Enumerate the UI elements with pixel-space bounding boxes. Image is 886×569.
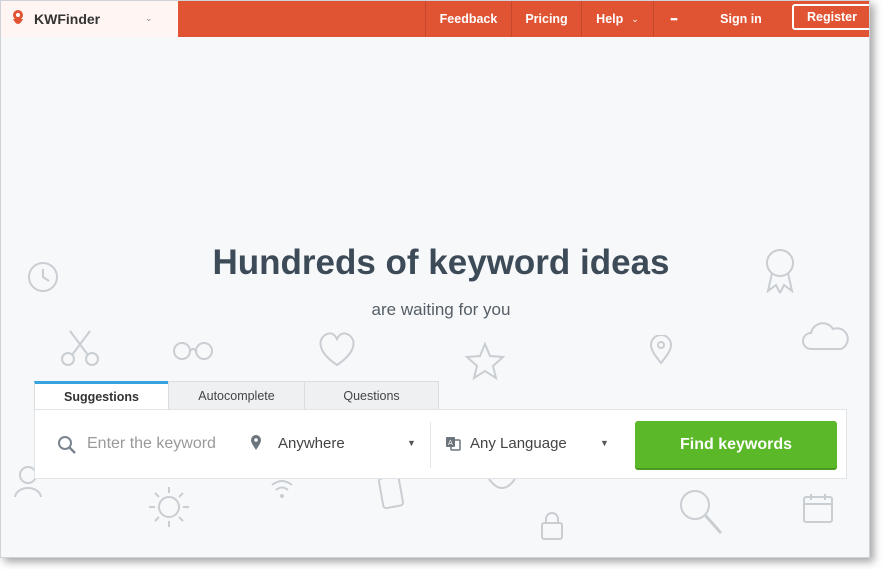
pin-doodle-icon <box>649 335 673 365</box>
chevron-down-icon: ⌄ <box>631 13 639 24</box>
nav-help-label: Help <box>596 12 624 26</box>
wifi-icon <box>271 480 293 498</box>
nav-signin-label: Sign in <box>720 12 762 26</box>
heart-icon <box>319 332 355 367</box>
register-button[interactable]: Register <box>792 4 869 30</box>
location-select[interactable]: Anywhere ▼ <box>250 425 420 461</box>
find-keywords-button[interactable]: Find keywords <box>635 421 837 468</box>
cloud-icon <box>802 322 849 350</box>
lock-icon <box>541 512 563 540</box>
tab-autocomplete[interactable]: Autocomplete <box>168 381 305 410</box>
phone-icon <box>378 475 404 510</box>
nav-pricing[interactable]: Pricing <box>511 1 581 37</box>
scissors-icon <box>61 330 99 366</box>
browser-viewport: KWFinder ⌄ Feedback Pricing Help ⌄ ••• S… <box>0 0 870 558</box>
app-switcher[interactable]: KWFinder ⌄ <box>1 1 178 37</box>
magnifier-doodle-icon <box>680 490 723 534</box>
dropdown-arrow-icon: ▼ <box>600 438 609 448</box>
top-navigation-bar: KWFinder ⌄ Feedback Pricing Help ⌄ ••• S… <box>1 1 869 37</box>
language-select[interactable]: A Any Language ▼ <box>445 425 615 461</box>
map-pin-icon <box>251 435 261 450</box>
chevron-down-icon: ⌄ <box>145 13 153 23</box>
tab-suggestions[interactable]: Suggestions <box>34 381 169 410</box>
cog-doodle-icon <box>488 478 516 489</box>
svg-text:A: A <box>448 439 453 447</box>
language-icon: A <box>446 437 461 451</box>
calendar-icon <box>803 494 833 523</box>
language-value: Any Language <box>470 434 567 452</box>
hero-subtitle: are waiting for you <box>371 300 511 319</box>
star-icon <box>464 341 506 381</box>
dropdown-arrow-icon: ▼ <box>407 438 416 448</box>
app-name: KWFinder <box>34 11 101 27</box>
tab-questions[interactable]: Questions <box>304 381 439 410</box>
sun-icon <box>149 487 189 527</box>
nav-help[interactable]: Help ⌄ <box>581 1 653 37</box>
kwfinder-logo-icon <box>13 10 23 24</box>
glasses-icon <box>173 342 213 360</box>
more-icon: ••• <box>670 14 678 24</box>
field-divider <box>430 422 431 468</box>
search-icon <box>58 436 76 454</box>
nav-pricing-label: Pricing <box>525 12 568 26</box>
nav-feedback-label: Feedback <box>439 12 498 26</box>
keyword-search-panel: Anywhere ▼ A Any Language ▼ Find keyword… <box>34 409 847 479</box>
location-value: Anywhere <box>278 434 345 452</box>
hero-title: Hundreds of keyword ideas <box>212 243 670 282</box>
nav-signin[interactable]: Sign in <box>693 1 789 37</box>
keyword-input[interactable] <box>85 425 269 463</box>
nav-more[interactable]: ••• <box>653 1 693 37</box>
nav-feedback[interactable]: Feedback <box>425 1 511 37</box>
